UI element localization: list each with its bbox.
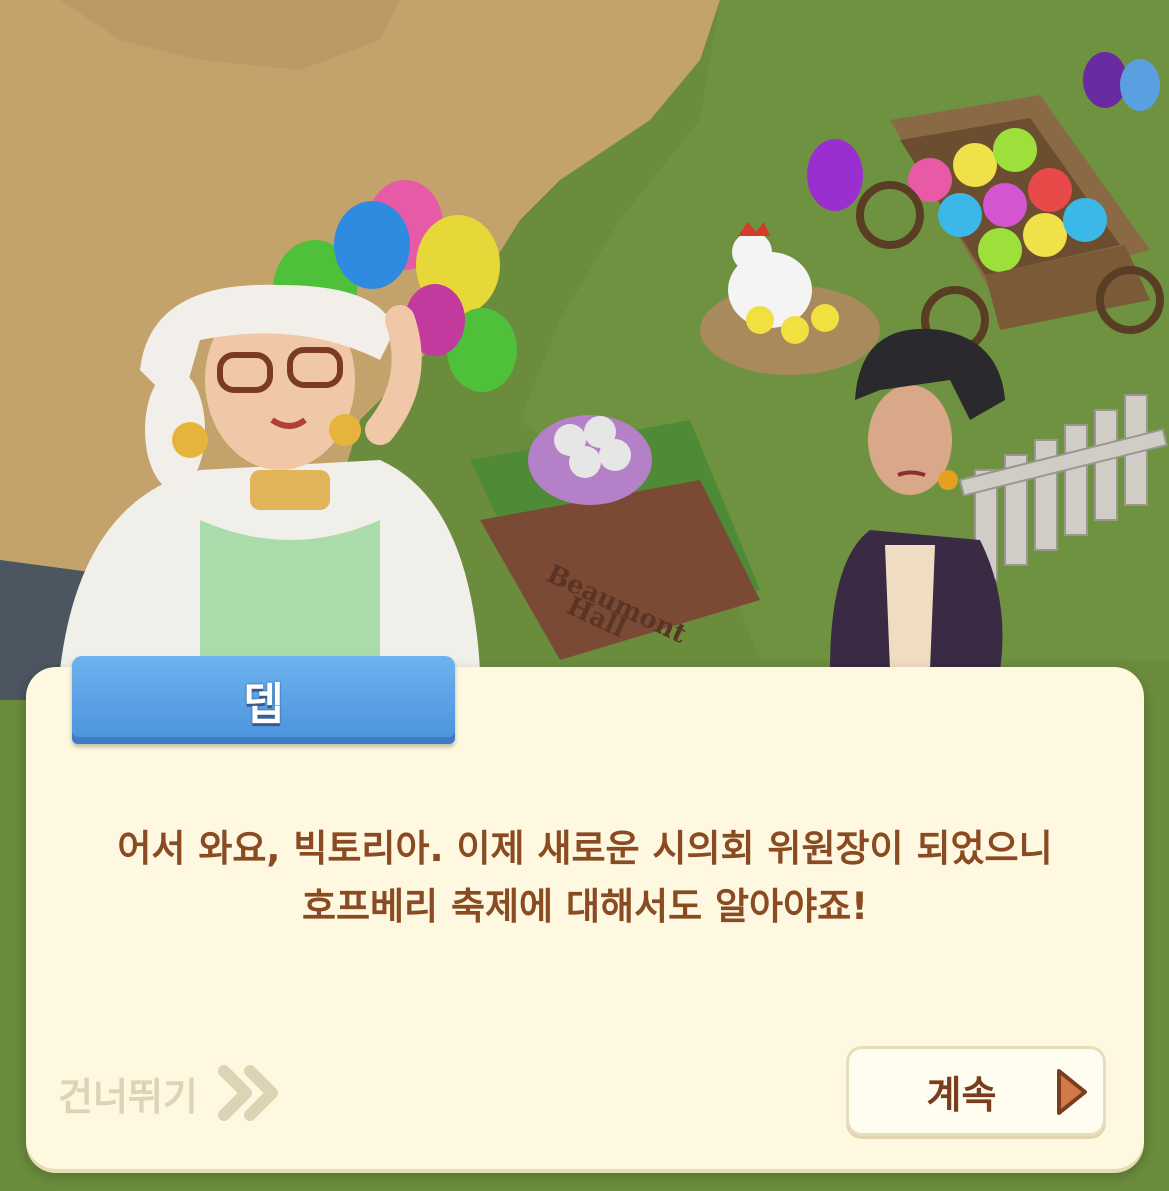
speaker-name: 뎁 bbox=[243, 679, 284, 730]
continue-button[interactable]: 계속 bbox=[846, 1046, 1106, 1136]
skip-button[interactable]: 건너뛰기 bbox=[58, 1058, 282, 1128]
dialog-line-1: 어서 와요, 빅토리아. 이제 새로운 시의회 위원장이 되었으니 bbox=[117, 827, 1053, 870]
speaker-name-tab: 뎁 bbox=[72, 656, 455, 744]
continue-label: 계속 bbox=[926, 1072, 997, 1117]
skip-label: 건너뛰기 bbox=[58, 1074, 198, 1119]
double-chevron-right-icon bbox=[217, 1065, 282, 1121]
play-arrow-icon bbox=[1055, 1067, 1089, 1121]
dialog-text: 어서 와요, 빅토리아. 이제 새로운 시의회 위원장이 되었으니 호프베리 축… bbox=[60, 820, 1110, 936]
dialog-line-2: 호프베리 축제에 대해서도 알아야죠! bbox=[301, 885, 869, 928]
